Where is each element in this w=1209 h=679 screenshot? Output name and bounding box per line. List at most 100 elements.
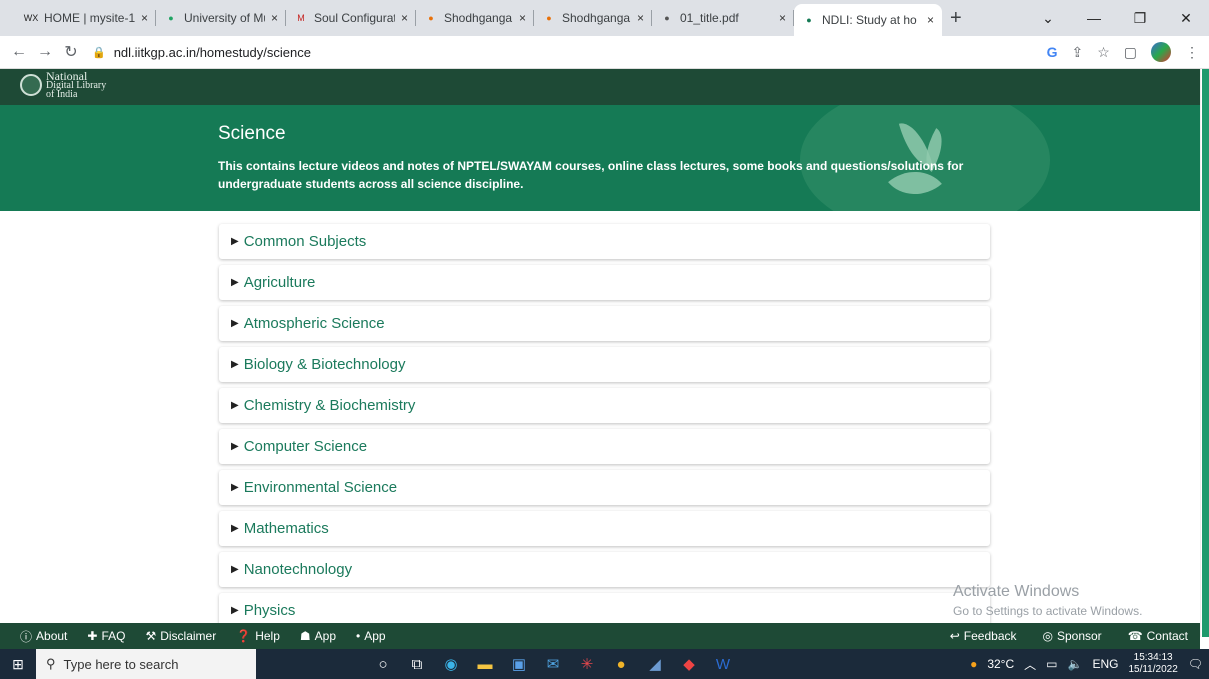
language-indicator[interactable]: ENG xyxy=(1092,657,1118,671)
tab-title[interactable]: Soul Configuratio xyxy=(314,11,395,25)
bookmark-star-icon[interactable]: ☆ xyxy=(1097,44,1110,61)
chrome-icon[interactable]: ● xyxy=(604,656,638,673)
profile-avatar[interactable] xyxy=(1151,42,1171,62)
footer-link-label[interactable]: Feedback xyxy=(964,629,1017,643)
footer-link-faq[interactable]: ✚ FAQ xyxy=(87,629,125,643)
word-icon[interactable]: W xyxy=(706,656,740,673)
app-icon[interactable]: ◢ xyxy=(638,655,672,673)
weather-icon[interactable]: ● xyxy=(970,657,977,671)
task-view-icon[interactable]: ⧉ xyxy=(400,656,434,673)
browser-tab[interactable]: ● 01_title.pdf × xyxy=(652,0,794,36)
back-icon[interactable]: ← xyxy=(6,43,32,61)
network-icon[interactable]: ▭ xyxy=(1046,657,1057,671)
new-tab-button[interactable]: + xyxy=(950,0,962,36)
footer-link-app[interactable]: • App xyxy=(356,629,386,643)
lock-icon[interactable]: 🔒 xyxy=(92,46,106,59)
footer-link-label[interactable]: Contact xyxy=(1147,629,1188,643)
subject-label[interactable]: Chemistry & Biochemistry xyxy=(244,397,416,414)
subject-label[interactable]: Mathematics xyxy=(244,520,329,537)
taskbar-search[interactable]: ⚲ Type here to search xyxy=(36,649,256,679)
url-text[interactable]: ndl.iitkgp.ac.in/homestudy/science xyxy=(114,45,311,60)
tab-close-icon[interactable]: × xyxy=(519,11,526,25)
subject-accordion-item[interactable]: ▶ Chemistry & Biochemistry xyxy=(219,388,990,423)
subject-label[interactable]: Physics xyxy=(244,602,296,619)
side-panel-icon[interactable]: ▢ xyxy=(1124,44,1137,61)
scrollbar-thumb[interactable] xyxy=(1202,69,1209,637)
restore-icon[interactable]: ❐ xyxy=(1117,10,1163,27)
footer-link-app[interactable]: ☗ App xyxy=(300,629,336,643)
browser-tab[interactable]: ● NDLI: Study at ho × xyxy=(794,4,942,36)
forward-icon[interactable]: → xyxy=(32,43,58,61)
tab-close-icon[interactable]: × xyxy=(141,11,148,25)
footer-link-label[interactable]: App xyxy=(315,629,336,643)
subject-label[interactable]: Biology & Biotechnology xyxy=(244,356,406,373)
tab-title[interactable]: University of Mur xyxy=(184,11,265,25)
tab-title[interactable]: Shodhganga@IN xyxy=(562,11,631,25)
browser-tab[interactable]: M Soul Configuratio × xyxy=(286,0,416,36)
subject-accordion-item[interactable]: ▶ Common Subjects xyxy=(219,224,990,259)
browser-tab[interactable]: ● Shodhganga@IN × xyxy=(534,0,652,36)
tab-close-icon[interactable]: × xyxy=(637,11,644,25)
footer-link-sponsor[interactable]: ◎ Sponsor xyxy=(1043,629,1102,643)
mail-icon[interactable]: ✉ xyxy=(536,655,570,673)
tab-close-icon[interactable]: × xyxy=(779,11,786,25)
store-icon[interactable]: ▣ xyxy=(502,655,536,673)
browser-tab[interactable]: WX HOME | mysite-1 × xyxy=(16,0,156,36)
subject-accordion-item[interactable]: ▶ Biology & Biotechnology xyxy=(219,347,990,382)
temperature[interactable]: 32°C xyxy=(987,657,1014,671)
share-icon[interactable]: ⇪ xyxy=(1071,44,1083,61)
subject-label[interactable]: Nanotechnology xyxy=(244,561,352,578)
footer-link-label[interactable]: App xyxy=(364,629,385,643)
footer-link-disclaimer[interactable]: ⚒ Disclaimer xyxy=(145,629,216,643)
tab-search-icon[interactable]: ⌄ xyxy=(1025,10,1071,27)
close-window-icon[interactable]: ✕ xyxy=(1163,10,1209,27)
subject-accordion-item[interactable]: ▶ Mathematics xyxy=(219,511,990,546)
tab-title[interactable]: 01_title.pdf xyxy=(680,11,773,25)
browser-tab[interactable]: ● Shodhganga@IN × xyxy=(416,0,534,36)
volume-icon[interactable]: 🔈 xyxy=(1067,657,1082,671)
app-icon[interactable]: ✳ xyxy=(570,655,604,673)
notifications-icon[interactable]: 🗨 xyxy=(1188,657,1203,671)
tab-close-icon[interactable]: × xyxy=(927,13,934,27)
search-placeholder[interactable]: Type here to search xyxy=(64,657,179,672)
footer-link-about[interactable]: ⓘ About xyxy=(20,628,67,645)
tab-title[interactable]: HOME | mysite-1 xyxy=(44,11,135,25)
subject-label[interactable]: Atmospheric Science xyxy=(244,315,385,332)
browser-tab[interactable]: ● University of Mur × xyxy=(156,0,286,36)
footer-link-label[interactable]: Disclaimer xyxy=(160,629,216,643)
windows-start-icon[interactable]: ⊞ xyxy=(0,656,36,673)
ndli-logo[interactable]: National Digital Library of India xyxy=(20,70,106,100)
subject-label[interactable]: Computer Science xyxy=(244,438,367,455)
footer-link-help[interactable]: ❓ Help xyxy=(236,629,280,643)
tab-title[interactable]: Shodhganga@IN xyxy=(444,11,513,25)
footer-link-label[interactable]: About xyxy=(36,629,67,643)
anydesk-icon[interactable]: ◆ xyxy=(672,655,706,673)
minimize-icon[interactable]: — xyxy=(1071,10,1117,26)
file-explorer-icon[interactable]: ▬ xyxy=(468,656,502,673)
tab-close-icon[interactable]: × xyxy=(271,11,278,25)
footer-link-label[interactable]: FAQ xyxy=(101,629,125,643)
footer-link-feedback[interactable]: ↩ Feedback xyxy=(950,629,1017,643)
tab-close-icon[interactable]: × xyxy=(401,11,408,25)
tray-chevron-icon[interactable]: ︿ xyxy=(1024,656,1036,673)
url-field[interactable]: 🔒 ndl.iitkgp.ac.in/homestudy/science xyxy=(92,45,311,60)
subject-accordion-item[interactable]: ▶ Agriculture xyxy=(219,265,990,300)
google-icon[interactable]: G xyxy=(1047,44,1058,60)
scrollbar[interactable] xyxy=(1200,69,1209,637)
footer-link-label[interactable]: Help xyxy=(255,629,280,643)
subject-accordion-item[interactable]: ▶ Nanotechnology xyxy=(219,552,990,587)
subject-label[interactable]: Common Subjects xyxy=(244,233,367,250)
tab-title[interactable]: NDLI: Study at ho xyxy=(822,13,921,27)
subject-label[interactable]: Agriculture xyxy=(244,274,316,291)
subject-accordion-item[interactable]: ▶ Environmental Science xyxy=(219,470,990,505)
reload-icon[interactable]: ↻ xyxy=(58,42,84,62)
subject-label[interactable]: Environmental Science xyxy=(244,479,397,496)
subject-accordion-item[interactable]: ▶ Computer Science xyxy=(219,429,990,464)
edge-icon[interactable]: ◉ xyxy=(434,655,468,673)
menu-icon[interactable]: ⋮ xyxy=(1185,44,1199,61)
cortana-icon[interactable]: ○ xyxy=(366,656,400,673)
footer-link-label[interactable]: Sponsor xyxy=(1057,629,1102,643)
clock[interactable]: 15:34:13 15/11/2022 xyxy=(1128,652,1177,676)
footer-link-contact[interactable]: ☎ Contact xyxy=(1128,629,1188,643)
subject-accordion-item[interactable]: ▶ Atmospheric Science xyxy=(219,306,990,341)
